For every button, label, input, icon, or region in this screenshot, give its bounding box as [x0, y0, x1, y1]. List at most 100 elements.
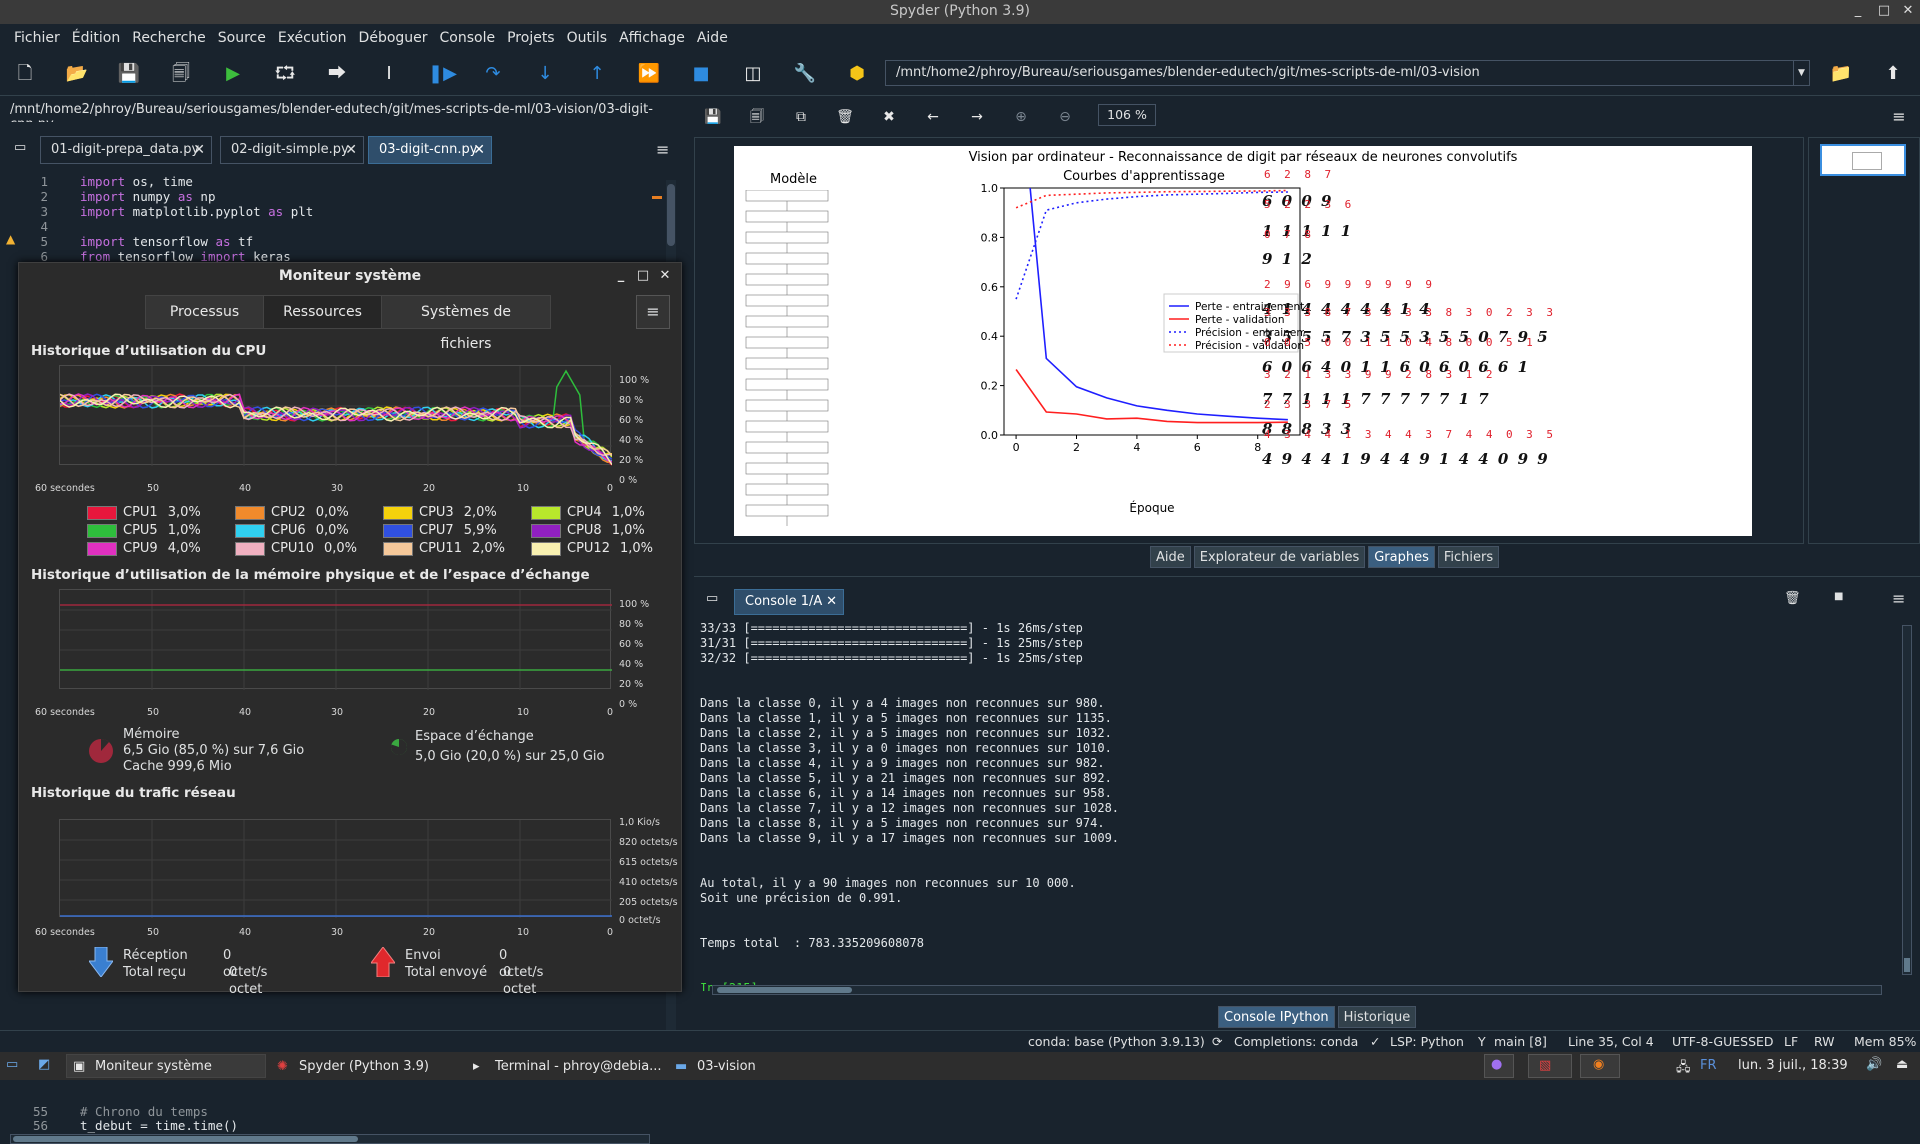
status-env[interactable]: conda: base (Python 3.9.13): [1028, 1034, 1205, 1049]
tab-historique[interactable]: Historique: [1337, 1006, 1417, 1028]
menu-source[interactable]: Source: [218, 30, 266, 46]
run-cell-advance-icon[interactable]: ⮕: [324, 62, 350, 86]
parent-dir-icon[interactable]: ⬆: [1880, 62, 1906, 86]
console-vertical-scrollbar[interactable]: [1902, 625, 1912, 975]
tab-processus[interactable]: Processus: [146, 296, 264, 328]
chevron-down-icon[interactable]: ▼: [1793, 61, 1809, 85]
save-icon[interactable]: 💾: [116, 62, 142, 86]
color-swatch[interactable]: [383, 523, 413, 538]
zoom-out-icon[interactable]: ⊖: [1054, 106, 1076, 128]
remove-variables-icon[interactable]: 🗑: [1784, 591, 1801, 606]
copy-plot-icon[interactable]: ⧉: [790, 106, 812, 128]
step-over-icon[interactable]: ↷: [480, 62, 506, 86]
menu-projets[interactable]: Projets: [507, 30, 555, 46]
tab-fichiers[interactable]: Fichiers: [1437, 546, 1500, 568]
menu-recherche[interactable]: Recherche: [132, 30, 206, 46]
preferences-icon[interactable]: 🔧: [792, 62, 818, 86]
editor-horizontal-scrollbar[interactable]: [10, 1134, 650, 1144]
tab-console-ipython[interactable]: Console IPython: [1218, 1006, 1335, 1028]
code-area[interactable]: 1 import os, time 2 import numpy as np 3 im…: [0, 172, 660, 264]
status-completions[interactable]: Completions: conda: [1234, 1034, 1358, 1049]
tab-01-digit-prepa-data[interactable]: 01-digit-prepa_data.py ✕: [40, 136, 212, 164]
new-file-icon[interactable]: 🗋: [12, 62, 38, 86]
color-swatch[interactable]: [235, 541, 265, 556]
color-swatch[interactable]: [531, 541, 561, 556]
task-moniteur-systeme[interactable]: ▣ Moniteur système: [66, 1054, 266, 1078]
browse-folder-icon[interactable]: 📁: [1828, 62, 1854, 86]
color-swatch[interactable]: [87, 541, 117, 556]
color-swatch[interactable]: [383, 505, 413, 520]
network-tray-icon[interactable]: 🖧: [1676, 1058, 1691, 1080]
logout-icon[interactable]: ⏏: [1896, 1057, 1908, 1072]
zoom-level[interactable]: 106 %: [1098, 104, 1156, 126]
menu-aide[interactable]: Aide: [697, 30, 728, 46]
tab-console-1a[interactable]: Console 1/A ✕: [734, 589, 844, 615]
menu-outils[interactable]: Outils: [567, 30, 607, 46]
python-path-icon[interactable]: ⬢: [844, 62, 870, 86]
tray-app-1[interactable]: ●: [1484, 1054, 1514, 1078]
tab-02-digit-simple[interactable]: 02-digit-simple.py ✕: [220, 136, 364, 164]
plot-thumbnail[interactable]: [1820, 144, 1906, 176]
stop-icon[interactable]: ■: [688, 62, 714, 86]
tray-app-2[interactable]: ▧: [1528, 1054, 1572, 1078]
tray-app-3[interactable]: ◉: [1580, 1054, 1620, 1078]
color-swatch[interactable]: [531, 523, 561, 538]
browse-tabs-icon[interactable]: ▭: [706, 591, 718, 606]
step-return-icon[interactable]: ↑: [584, 62, 610, 86]
save-plot-icon[interactable]: 💾: [702, 106, 724, 128]
task-terminal[interactable]: ▸ Terminal - phroy@debia...: [466, 1054, 666, 1078]
close-icon[interactable]: ✕: [826, 590, 837, 614]
plots-options-icon[interactable]: ≡: [1888, 106, 1910, 128]
maximize-button[interactable]: □: [1872, 0, 1896, 24]
color-swatch[interactable]: [235, 523, 265, 538]
remove-plot-icon[interactable]: 🗑: [834, 106, 856, 128]
tab-explorateur-variables[interactable]: Explorateur de variables: [1193, 546, 1366, 568]
step-into-icon[interactable]: ↓: [532, 62, 558, 86]
color-swatch[interactable]: [87, 523, 117, 538]
previous-plot-icon[interactable]: ←: [922, 106, 944, 128]
tab-03-digit-cnn[interactable]: 03-digit-cnn.py ✕: [368, 136, 492, 164]
menu-execution[interactable]: Exécution: [278, 30, 347, 46]
remove-all-plots-icon[interactable]: ✖: [878, 106, 900, 128]
editor-options-icon[interactable]: ≡: [656, 140, 669, 159]
run-icon[interactable]: ▶: [220, 62, 246, 86]
tab-systemes-fichiers[interactable]: Systèmes de fichiers: [382, 296, 550, 352]
save-all-plots-icon[interactable]: 🗐: [746, 106, 768, 128]
task-spyder[interactable]: ✺ Spyder (Python 3.9): [270, 1054, 460, 1078]
menu-edition[interactable]: Édition: [72, 30, 120, 46]
open-file-icon[interactable]: 📂: [64, 62, 90, 86]
console-options-icon[interactable]: ≡: [1892, 589, 1905, 608]
file-manager-icon[interactable]: ▭: [6, 1057, 18, 1072]
menu-console[interactable]: Console: [440, 30, 496, 46]
run-selection-icon[interactable]: I: [376, 62, 402, 86]
menu-fichier[interactable]: Fichier: [14, 30, 60, 46]
clock[interactable]: lun. 3 juil., 18:39: [1738, 1058, 1848, 1073]
status-git[interactable]: main [8]: [1494, 1034, 1547, 1049]
browse-tabs-icon[interactable]: ▭: [14, 140, 26, 155]
run-cell-icon[interactable]: ⮔: [272, 62, 298, 86]
close-icon[interactable]: ✕: [473, 137, 485, 163]
tab-graphes[interactable]: Graphes: [1368, 546, 1435, 568]
tab-aide[interactable]: Aide: [1150, 546, 1191, 568]
close-icon[interactable]: ✕: [193, 137, 205, 163]
maximize-button[interactable]: □: [633, 263, 653, 289]
console-output[interactable]: 33/33 [==============================] -…: [700, 621, 1880, 991]
task-03-vision[interactable]: ▬ 03-vision: [668, 1054, 808, 1078]
color-swatch[interactable]: [383, 541, 413, 556]
continue-icon[interactable]: ⏩: [636, 62, 662, 86]
color-swatch[interactable]: [235, 505, 265, 520]
close-icon[interactable]: ✕: [345, 137, 357, 163]
warning-icon[interactable]: ▲: [6, 232, 15, 246]
color-swatch[interactable]: [87, 505, 117, 520]
hamburger-menu-icon[interactable]: ≡: [636, 295, 670, 329]
close-button[interactable]: ✕: [655, 263, 675, 289]
save-all-icon[interactable]: 🗐: [168, 62, 194, 86]
status-lsp[interactable]: LSP: Python: [1390, 1034, 1464, 1049]
keyboard-layout[interactable]: FR: [1700, 1058, 1717, 1073]
close-button[interactable]: ✕: [1896, 0, 1920, 24]
minimize-button[interactable]: _: [611, 263, 631, 289]
volume-icon[interactable]: 🔊: [1866, 1057, 1882, 1072]
tab-ressources[interactable]: Ressources: [264, 296, 382, 328]
console-horizontal-scrollbar[interactable]: [712, 985, 1882, 995]
debug-icon[interactable]: ❚▶: [428, 62, 457, 86]
